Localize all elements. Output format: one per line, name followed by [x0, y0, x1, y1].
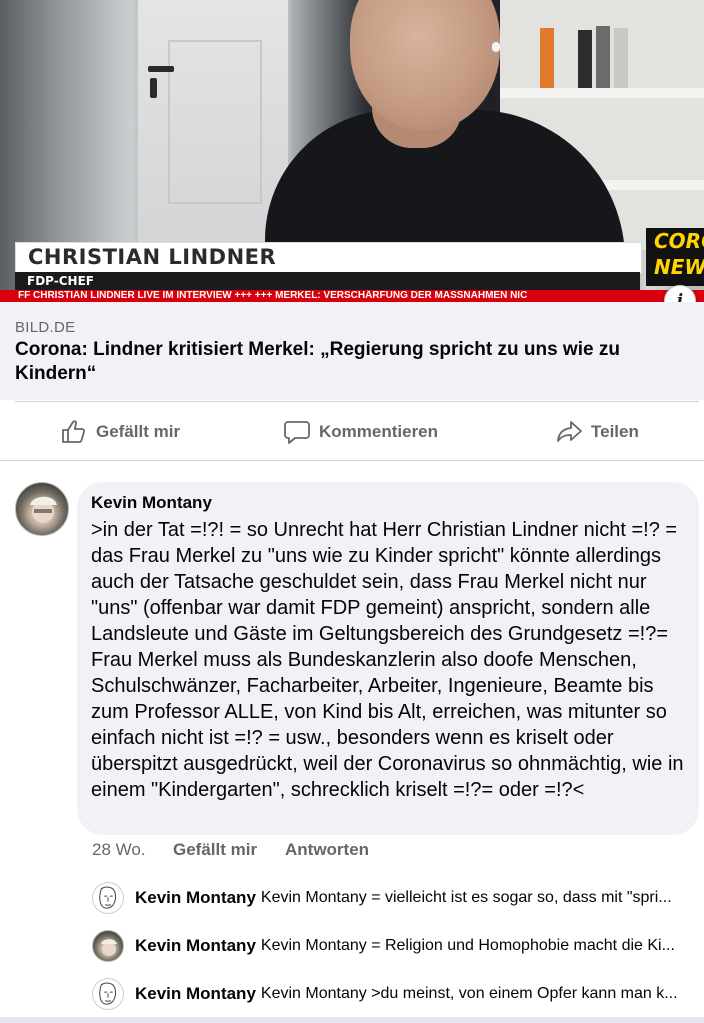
reply-item[interactable]: Kevin Montany Kevin Montany = Religion u… [92, 930, 702, 962]
comment-button[interactable]: Kommentieren [283, 417, 438, 447]
like-button[interactable]: Gefällt mir [60, 417, 180, 447]
reply-item[interactable]: Kevin Montany Kevin Montany >du meinst, … [92, 978, 702, 1010]
reply-avatar[interactable] [92, 930, 124, 962]
link-title[interactable]: Corona: Lindner kritisiert Merkel: „Regi… [15, 338, 675, 386]
comment-text: >in der Tat =!?! = so Unrecht hat Herr C… [91, 519, 684, 801]
reply-author[interactable]: Kevin Montany [135, 888, 256, 908]
comment-bubble: Kevin Montany >in der Tat =!?! = so Unre… [77, 482, 699, 835]
link-domain: BILD.DE [15, 319, 76, 336]
door-handle [148, 66, 174, 72]
comment-like-link[interactable]: Gefällt mir [173, 840, 257, 860]
commenter-avatar[interactable] [15, 482, 69, 536]
earbud [492, 42, 500, 52]
comment-reply-link[interactable]: Antworten [285, 840, 369, 860]
reply-text: Kevin Montany >du meinst, von einem Opfe… [260, 985, 678, 1002]
corner-news-badge: CORO NEW [646, 228, 704, 286]
news-ticker: FF CHRISTIAN LINDNER LIVE IM INTERVIEW +… [0, 290, 704, 302]
lower-third-name: CHRISTIAN LINDNER [28, 245, 277, 269]
bottom-divider [0, 1017, 704, 1023]
thumbs-up-icon [62, 420, 85, 443]
reply-text: Kevin Montany = vielleicht ist es sogar … [260, 889, 672, 906]
corner-badge-line1: CORO [654, 229, 704, 253]
door-lock [150, 78, 157, 98]
comment-icon [284, 421, 310, 444]
share-icon [557, 421, 582, 442]
video-thumbnail[interactable]: CHRISTIAN LINDNER FDP-CHEF FF CHRISTIAN … [0, 0, 704, 302]
link-preview[interactable]: BILD.DE Corona: Lindner kritisiert Merke… [0, 302, 704, 400]
reply-author[interactable]: Kevin Montany [135, 984, 256, 1004]
share-label: Teilen [591, 422, 639, 441]
corner-badge-line2: NEW [654, 255, 704, 279]
reply-author[interactable]: Kevin Montany [135, 936, 256, 956]
reply-item[interactable]: Kevin Montany Kevin Montany = vielleicht… [92, 882, 702, 914]
reply-avatar[interactable] [92, 978, 124, 1010]
reply-text: Kevin Montany = Religion und Homophobie … [260, 937, 675, 954]
lower-third-role: FDP-CHEF [15, 272, 640, 290]
like-label: Gefällt mir [96, 422, 181, 441]
sketch-face-icon [99, 886, 117, 909]
avatar-photo-icon [101, 939, 117, 956]
avatar-photo-icon [30, 496, 57, 523]
comment-author[interactable]: Kevin Montany [91, 493, 212, 513]
share-button[interactable]: Teilen [555, 417, 639, 447]
comment-timestamp[interactable]: 28 Wo. [92, 840, 146, 860]
divider [15, 401, 699, 402]
lower-third-name-plate: CHRISTIAN LINDNER [15, 242, 642, 274]
reply-avatar[interactable] [92, 882, 124, 914]
comment-label: Kommentieren [319, 422, 439, 441]
divider [0, 460, 704, 461]
sketch-face-icon [99, 982, 117, 1005]
